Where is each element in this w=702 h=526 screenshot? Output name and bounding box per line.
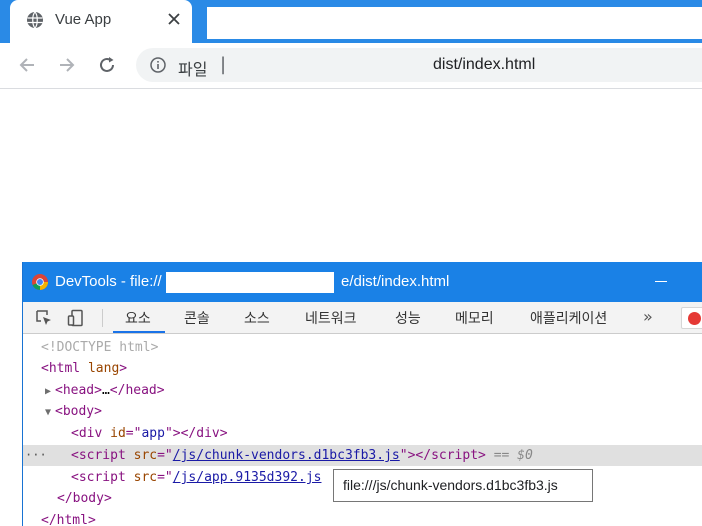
tab-elements[interactable]: 요소 — [125, 308, 151, 328]
script-vendors-link[interactable]: /js/chunk-vendors.d1bc3fb3.js — [173, 448, 400, 463]
close-icon[interactable] — [165, 10, 183, 28]
minimize-icon[interactable] — [655, 281, 667, 282]
script-tag: script — [78, 470, 126, 485]
tab-application[interactable]: 애플리케이션 — [530, 308, 607, 328]
chrome-logo-icon — [32, 274, 49, 291]
browser-tab-strip: Vue App — [0, 0, 702, 43]
devtools-tabbar: 요소 콘솔 소스 네트워크 성능 메모리 애플리케이션 » — [23, 302, 702, 334]
doctype-node: <!DOCTYPE html> — [41, 340, 159, 355]
script-src-attr: src — [133, 448, 158, 463]
inspect-element-icon[interactable] — [35, 309, 53, 327]
address-path: dist/index.html — [433, 56, 536, 73]
tree-row-doctype[interactable]: <!DOCTYPE html> — [23, 337, 702, 358]
devtools-title: DevTools - file:// — [55, 273, 162, 290]
reload-icon[interactable] — [96, 54, 118, 76]
devtools-titlebar: DevTools - file:// e/dist/index.html — [23, 262, 702, 302]
tree-row-html-close[interactable]: </html> — [23, 510, 702, 526]
body-tag: body — [62, 404, 95, 419]
toolbar-divider — [102, 309, 103, 327]
device-toolbar-icon[interactable] — [67, 309, 85, 327]
html-close-tag: html — [56, 513, 88, 526]
browser-toolbar: 파일 | dist/index.html — [0, 43, 702, 89]
more-tabs-button[interactable]: » — [643, 307, 653, 326]
tab-sources[interactable]: 소스 — [244, 308, 270, 328]
link-tooltip: file:///js/chunk-vendors.d1bc3fb3.js — [333, 469, 593, 502]
browser-tab[interactable]: Vue App — [10, 0, 192, 43]
head-tag: head — [62, 383, 95, 398]
expand-triangle-icon[interactable]: ▶ — [45, 381, 55, 402]
script-close-tag: script — [431, 448, 479, 463]
tab-strip-blank-area — [207, 7, 702, 39]
tab-memory[interactable]: 메모리 — [455, 308, 494, 328]
globe-icon — [27, 11, 43, 29]
address-bar[interactable]: 파일 | dist/index.html — [136, 48, 702, 82]
error-icon — [688, 312, 701, 325]
div-id-value: app — [141, 426, 165, 441]
body-close-tag: body — [72, 491, 104, 506]
devtools-window: DevTools - file:// e/dist/index.html 요소 … — [22, 262, 702, 526]
head-close-tag: head — [125, 383, 157, 398]
active-tab-indicator — [113, 331, 165, 333]
script-tag: script — [78, 448, 126, 463]
tab-console[interactable]: 콘솔 — [184, 308, 210, 328]
address-separator: | — [220, 54, 227, 75]
html-lang-attr: lang — [87, 361, 120, 376]
info-icon[interactable] — [150, 57, 166, 73]
div-tag: div — [78, 426, 103, 441]
html-tag: html — [48, 361, 81, 376]
head-ellipsis: … — [101, 383, 110, 398]
row-actions-dots[interactable]: ··· — [25, 445, 47, 466]
redacted-path-block — [166, 272, 334, 293]
tree-row-div-app[interactable]: <div id="app"></div> — [23, 423, 702, 444]
arrow-right-icon[interactable] — [56, 54, 78, 76]
tree-row-html[interactable]: <html lang> — [23, 358, 702, 379]
tab-performance[interactable]: 성능 — [395, 308, 421, 328]
address-scheme-label: 파일 — [178, 60, 208, 79]
tree-row-script-vendors[interactable]: ··· <script src="/js/chunk-vendors.d1bc3f… — [23, 445, 702, 466]
tab-network[interactable]: 네트워크 — [305, 308, 357, 328]
arrow-left-icon[interactable] — [16, 54, 38, 76]
script-app-link[interactable]: /js/app.9135d392.js — [173, 470, 322, 485]
selected-node-marker: == $0 — [493, 448, 533, 463]
script-src-attr: src — [133, 470, 158, 485]
error-count-badge[interactable] — [681, 307, 702, 329]
div-close-tag: div — [196, 426, 220, 441]
tree-row-body[interactable]: ▼ <body> — [23, 401, 702, 422]
collapse-triangle-icon[interactable]: ▼ — [45, 402, 55, 423]
tab-title: Vue App — [55, 11, 112, 28]
div-id-attr: id — [110, 426, 126, 441]
devtools-title-path: e/dist/index.html — [341, 273, 450, 290]
tree-row-head[interactable]: ▶ <head>…</head> — [23, 380, 702, 401]
